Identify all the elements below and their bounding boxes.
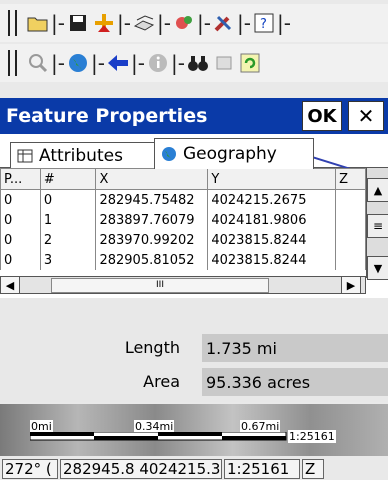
cell-n: 2 [39,230,97,250]
cell-z [335,189,366,210]
dropdown-separator[interactable]: |- [117,11,131,35]
cell-y: 4023815.8244 [207,230,337,250]
status-heading: 272° ( [2,459,58,479]
cell-z [335,230,366,250]
help-icon[interactable]: ? [251,9,277,37]
horizontal-scrollbar[interactable]: ◀ III ▶ [0,276,366,294]
cell-x: 282945.75482 [95,189,209,210]
measurements-panel: Length 1.735 mi Area 95.336 acres [0,298,388,402]
table-row[interactable]: 0 2 283970.99202 4023815.8244 [0,230,366,250]
map-icon[interactable] [211,49,237,77]
cell-n: 0 [39,189,97,210]
scale-ratio: 1:25161 [288,430,336,443]
cell-y: 4024215.2675 [207,189,337,210]
zoom-icon[interactable] [25,49,51,77]
globe-icon[interactable] [65,49,91,77]
open-icon[interactable] [25,9,51,37]
dropdown-separator[interactable]: |- [197,11,211,35]
tab-attributes-label: Attributes [39,146,123,166]
column-header-index[interactable]: # [39,168,97,190]
scroll-left-button[interactable]: ◀ [1,277,20,293]
length-label: Length [124,338,180,357]
area-label: Area [143,372,180,391]
globe-icon [161,146,177,162]
dropdown-separator[interactable]: |- [157,11,171,35]
toolbar-grip[interactable] [8,50,17,76]
svg-text:?: ? [260,17,267,32]
save-icon[interactable] [65,9,91,37]
cell-y: 4023815.8244 [207,250,337,270]
table-row[interactable]: 0 1 283897.76079 4024181.9806 [0,210,366,230]
status-bar: 272° ( 282945.8 4024215.3 ( 1:25161 Z [0,458,388,480]
cell-p: 0 [0,250,41,270]
add-icon[interactable] [91,9,117,37]
cell-n: 1 [39,210,97,230]
table-row[interactable]: 0 0 282945.75482 4024215.2675 [0,189,366,210]
binoculars-icon[interactable] [185,49,211,77]
dropdown-separator[interactable]: |- [91,51,105,75]
layers-icon[interactable] [131,9,157,37]
column-header-part[interactable]: P... [0,168,41,190]
main-toolbar: |- |- |- |- |- ? |- [0,4,388,42]
table-row[interactable]: 0 3 282905.81052 4023815.8244 [0,250,366,270]
cell-p: 0 [0,210,41,230]
scroll-up-button[interactable]: ▲ [367,178,388,202]
scale-bar: 0mi 0.34mi 0.67mi 1:25161 [30,420,336,443]
tools-icon[interactable] [211,9,237,37]
tab-geography-label: Geography [183,144,277,164]
tab-geography[interactable]: Geography [154,138,314,169]
cell-x: 283897.76079 [95,210,209,230]
scale-bar-graphic [30,432,287,441]
ok-button[interactable]: OK [302,101,342,131]
dropdown-separator[interactable]: |- [131,51,145,75]
table-icon [17,148,33,164]
info-icon[interactable] [145,49,171,77]
back-icon[interactable] [105,49,131,77]
cell-x: 282905.81052 [95,250,209,270]
status-z: Z [302,459,324,479]
cell-p: 0 [0,230,41,250]
cell-n: 3 [39,250,97,270]
tab-attributes[interactable]: Attributes [10,142,164,169]
length-value: 1.735 mi [202,334,388,362]
scroll-right-button[interactable]: ▶ [341,277,361,293]
dropdown-separator[interactable]: |- [51,11,65,35]
scroll-thumb[interactable]: ≡ [367,214,388,238]
horizontal-scroll-thumb[interactable]: III [51,278,269,293]
dialog-title-bar: Feature Properties OK ✕ [0,98,388,134]
cell-y: 4024181.9806 [207,210,337,230]
status-scale: 1:25161 [224,459,300,479]
cell-p: 0 [0,189,41,210]
table-header-row: P... # X Y Z [0,168,366,190]
gps-icon[interactable] [171,9,197,37]
status-coordinates: 282945.8 4024215.3 ( [60,459,222,479]
dropdown-separator[interactable]: |- [237,11,251,35]
map-view[interactable]: 0mi 0.34mi 0.67mi 1:25161 [0,404,388,456]
cell-x: 283970.99202 [95,230,209,250]
tab-strip: Attributes Geography [0,134,388,181]
feature-properties-dialog: Feature Properties OK ✕ Attributes Geogr… [0,98,388,402]
dropdown-separator[interactable]: |- [171,51,185,75]
dropdown-separator[interactable]: |- [277,11,291,35]
close-button[interactable]: ✕ [348,101,384,131]
dropdown-separator[interactable]: |- [51,51,65,75]
cell-z [335,210,366,230]
column-header-z[interactable]: Z [335,168,366,190]
dialog-title: Feature Properties [6,105,208,127]
vertical-scrollbar[interactable]: ▲ ≡ ▼ [366,168,388,280]
navigation-toolbar: |- |- |- |- [0,44,388,82]
column-header-y[interactable]: Y [207,168,337,190]
refresh-icon[interactable] [237,49,263,77]
scroll-down-button[interactable]: ▼ [367,256,388,280]
cell-z [335,250,366,270]
toolbar-grip[interactable] [8,10,17,36]
column-header-x[interactable]: X [95,168,209,190]
area-value: 95.336 acres [202,368,388,396]
